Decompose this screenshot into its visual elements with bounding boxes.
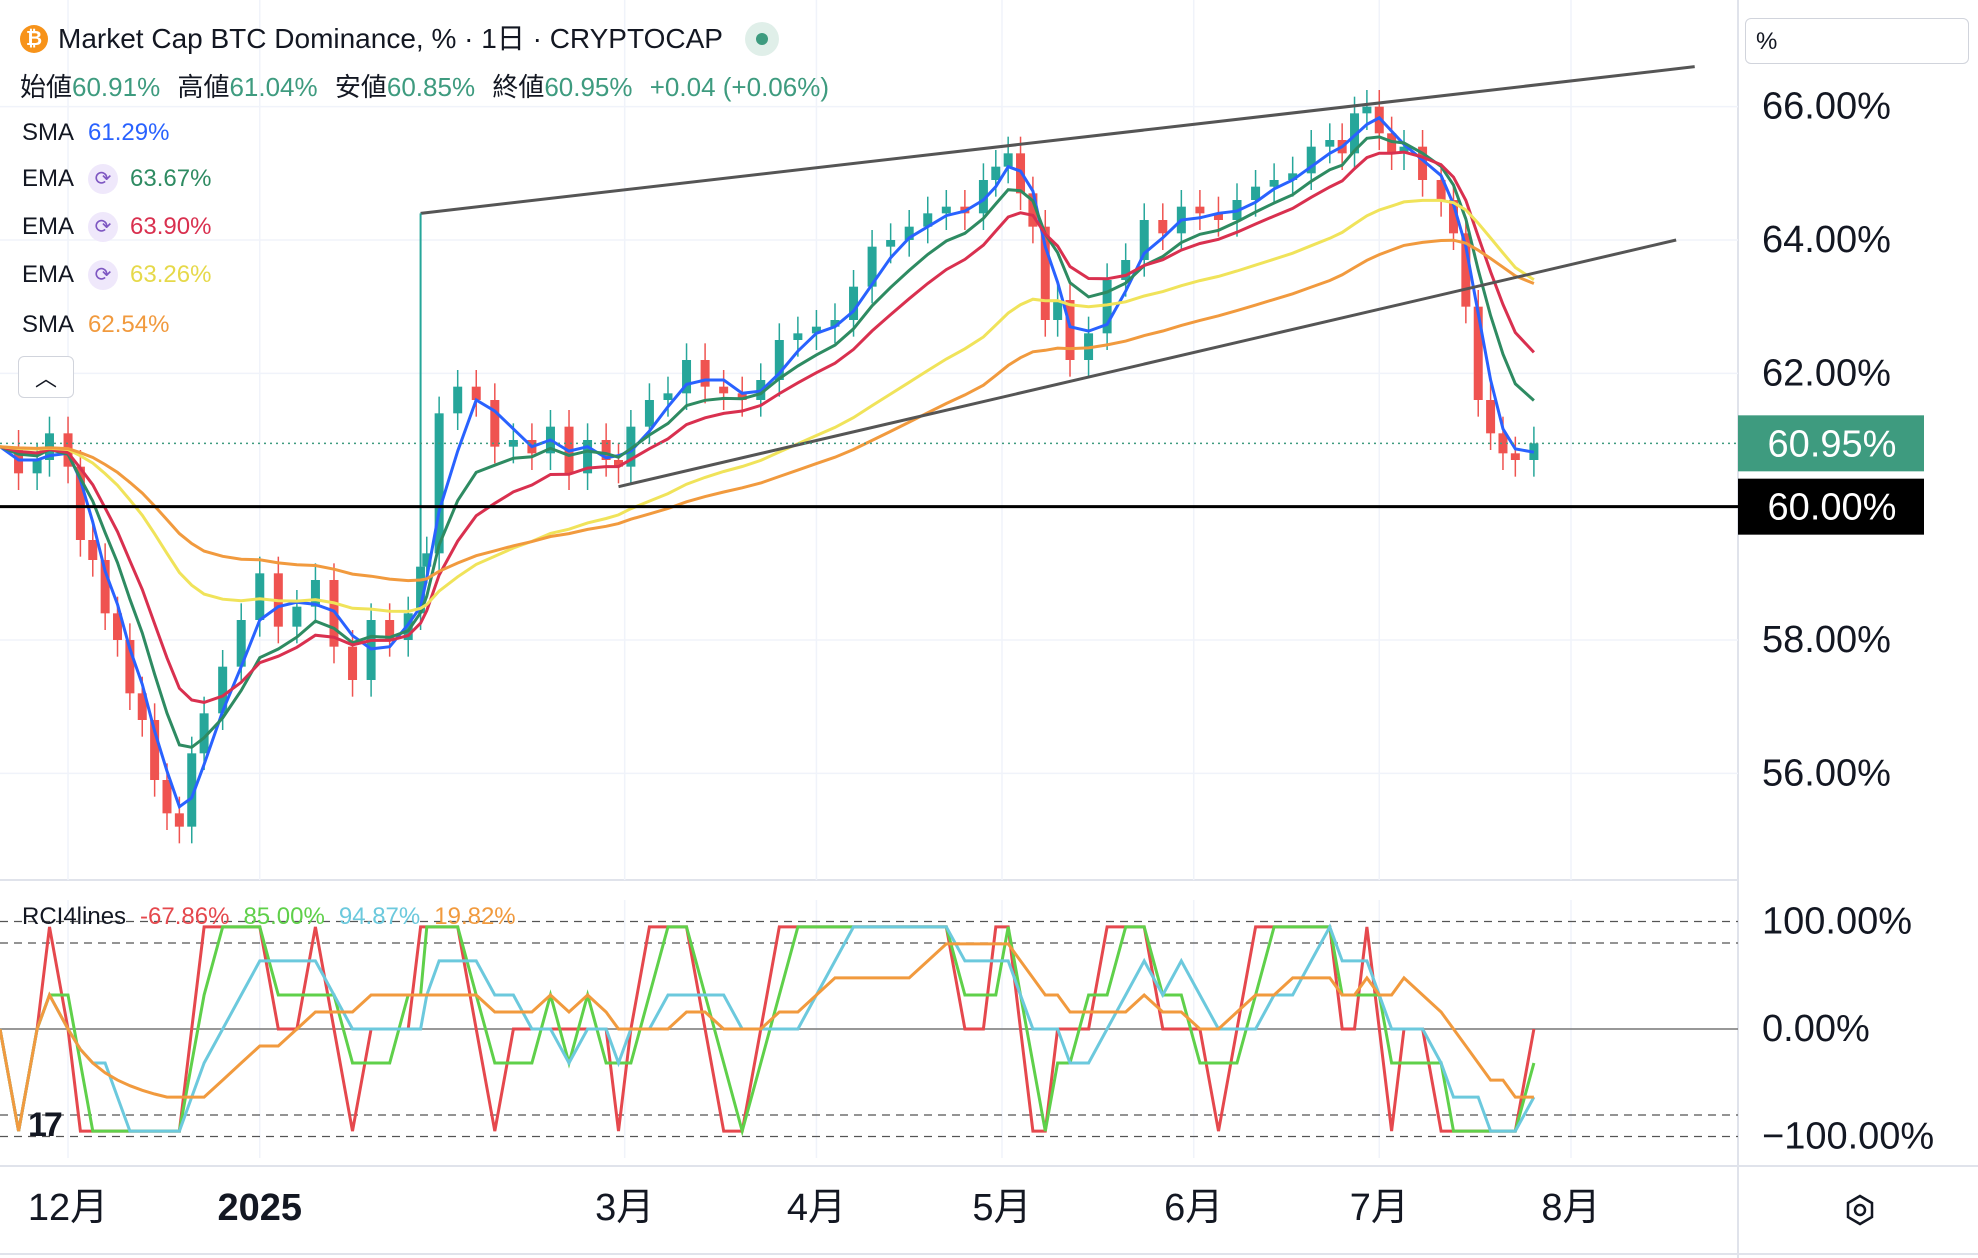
x-tick-label: 12月 bbox=[28, 1187, 108, 1229]
ema-green-line bbox=[0, 135, 1535, 749]
candle-body bbox=[719, 386, 729, 394]
indicator-value: 62.54% bbox=[88, 311, 170, 338]
indicator-name: SMA bbox=[22, 119, 75, 146]
candle-body bbox=[793, 333, 803, 340]
rci-value-1: -67.86% bbox=[140, 903, 230, 930]
indicator-value: 63.90% bbox=[130, 213, 212, 240]
current-price-badge-label: 60.95% bbox=[1768, 423, 1897, 465]
indicator-legend-sma-2[interactable]: SMA 62.54% bbox=[22, 310, 169, 340]
refresh-icon[interactable]: ⟳ bbox=[88, 260, 119, 290]
symbol-title-text: Market Cap BTC Dominance, % · 1日 · CRYPT… bbox=[58, 23, 723, 54]
x-tick-label: 6月 bbox=[1164, 1187, 1223, 1229]
candle-body bbox=[1065, 300, 1075, 360]
candle-body bbox=[1269, 180, 1279, 187]
x-tick-label: 4月 bbox=[787, 1187, 846, 1229]
candle-body bbox=[644, 400, 654, 427]
x-tick-label: 7月 bbox=[1350, 1187, 1409, 1229]
candle-body bbox=[1158, 220, 1168, 234]
rci-value-4: 19.82% bbox=[434, 903, 516, 930]
x-tick-label: 3月 bbox=[595, 1187, 654, 1229]
candle-body bbox=[1003, 153, 1013, 167]
candle-body bbox=[1510, 453, 1520, 460]
rci-y-tick-label: 100.00% bbox=[1762, 901, 1912, 943]
y-tick-label: 56.00% bbox=[1762, 752, 1891, 794]
candle-body bbox=[700, 360, 710, 387]
tradingview-logo[interactable]: 17 bbox=[28, 1106, 63, 1145]
ohlc-high-label: 高値 bbox=[177, 72, 230, 102]
ema-red-line bbox=[0, 150, 1535, 704]
candle-body bbox=[886, 240, 896, 247]
indicator-name: EMA bbox=[22, 165, 75, 192]
x-tick-label: 5月 bbox=[972, 1187, 1031, 1229]
candle-body bbox=[471, 386, 481, 400]
candle-body bbox=[1251, 186, 1261, 200]
candle-body bbox=[1195, 206, 1205, 214]
symbol-title[interactable]: ₿ Market Cap BTC Dominance, % · 1日 · CRY… bbox=[20, 22, 779, 56]
x-tick-label: 2025 bbox=[217, 1187, 302, 1229]
candle-body bbox=[991, 166, 1001, 180]
x-tick-label: 8月 bbox=[1541, 1187, 1600, 1229]
sma-fast-line bbox=[0, 115, 1535, 810]
y-tick-label: 62.00% bbox=[1762, 352, 1891, 394]
sma-orange-line bbox=[0, 238, 1535, 583]
candle-body bbox=[663, 393, 673, 400]
candle-body bbox=[1362, 106, 1372, 114]
ohlc-values: 始値60.91% 高値61.04% 安値60.85% 終値60.95% +0.0… bbox=[20, 70, 839, 104]
ohlc-low-label: 安値 bbox=[334, 72, 387, 102]
ohlc-open-value: 60.91% bbox=[72, 72, 161, 102]
indicator-value: 63.67% bbox=[130, 165, 212, 192]
candle-body bbox=[490, 400, 500, 447]
candle-body bbox=[941, 206, 951, 214]
refresh-icon[interactable]: ⟳ bbox=[88, 212, 119, 242]
bitcoin-icon: ₿ bbox=[20, 25, 48, 53]
chart-canvas[interactable]: 56.00% 58.00% 60.00% 62.00% 64.00% 66.00% 12月 2… bbox=[0, 0, 1978, 1258]
candle-body bbox=[162, 780, 172, 814]
settings-icon[interactable] bbox=[1840, 1190, 1880, 1230]
rci-y-tick-label: −100.00% bbox=[1762, 1116, 1934, 1158]
ohlc-close-value: 60.95% bbox=[544, 72, 633, 102]
refresh-icon[interactable]: ⟳ bbox=[88, 164, 119, 194]
rci-legend[interactable]: RCI4lines -67.86% 85.00% 94.87% 19.82% bbox=[22, 902, 530, 932]
rci-value-2: 85.00% bbox=[243, 903, 325, 930]
ohlc-open-label: 始値 bbox=[20, 72, 73, 102]
indicator-value: 63.26% bbox=[130, 261, 212, 288]
rci-name: RCI4lines bbox=[22, 903, 127, 930]
candle-body bbox=[453, 386, 463, 414]
candle-body bbox=[32, 460, 42, 474]
candle-body bbox=[1486, 400, 1496, 434]
candle-body bbox=[1325, 140, 1335, 147]
price-scale-unit[interactable]: % bbox=[1745, 18, 1969, 64]
indicator-legend-ema-2[interactable]: EMA ⟳ 63.90% bbox=[22, 212, 211, 242]
line-price-badge-label: 60.00% bbox=[1768, 487, 1897, 529]
collapse-legend-button[interactable]: ︿ bbox=[18, 356, 74, 398]
indicator-legend-sma-1[interactable]: SMA 61.29% bbox=[22, 118, 169, 148]
chevron-up-icon: ︿ bbox=[34, 366, 57, 391]
indicator-legend-ema-3[interactable]: EMA ⟳ 63.26% bbox=[22, 260, 211, 290]
y-tick-label: 64.00% bbox=[1762, 219, 1891, 261]
candle-body bbox=[292, 606, 302, 627]
indicator-legend-ema-1[interactable]: EMA ⟳ 63.67% bbox=[22, 164, 211, 194]
candle-body bbox=[174, 813, 184, 827]
y-tick-label: 66.00% bbox=[1762, 86, 1891, 128]
ohlc-low-value: 60.85% bbox=[386, 72, 476, 102]
ohlc-high-value: 61.04% bbox=[229, 72, 318, 102]
indicator-name: EMA bbox=[22, 261, 75, 288]
ohlc-change-value: +0.04 (+0.06%) bbox=[649, 72, 829, 102]
y-tick-label: 58.00% bbox=[1762, 619, 1891, 661]
candle-body bbox=[348, 646, 358, 680]
indicator-value: 61.29% bbox=[88, 119, 170, 146]
rci-y-tick-label: 0.00% bbox=[1762, 1008, 1870, 1050]
ema-yellow-line bbox=[0, 198, 1535, 613]
rci-value-3: 94.87% bbox=[338, 903, 421, 930]
candle-body bbox=[88, 540, 98, 560]
market-status-icon[interactable] bbox=[744, 22, 779, 56]
price-scale-unit-label: % bbox=[1756, 28, 1778, 55]
indicator-name: EMA bbox=[22, 213, 75, 240]
indicator-name: SMA bbox=[22, 311, 75, 338]
ohlc-close-label: 終値 bbox=[492, 72, 545, 102]
candle-body bbox=[255, 573, 265, 620]
